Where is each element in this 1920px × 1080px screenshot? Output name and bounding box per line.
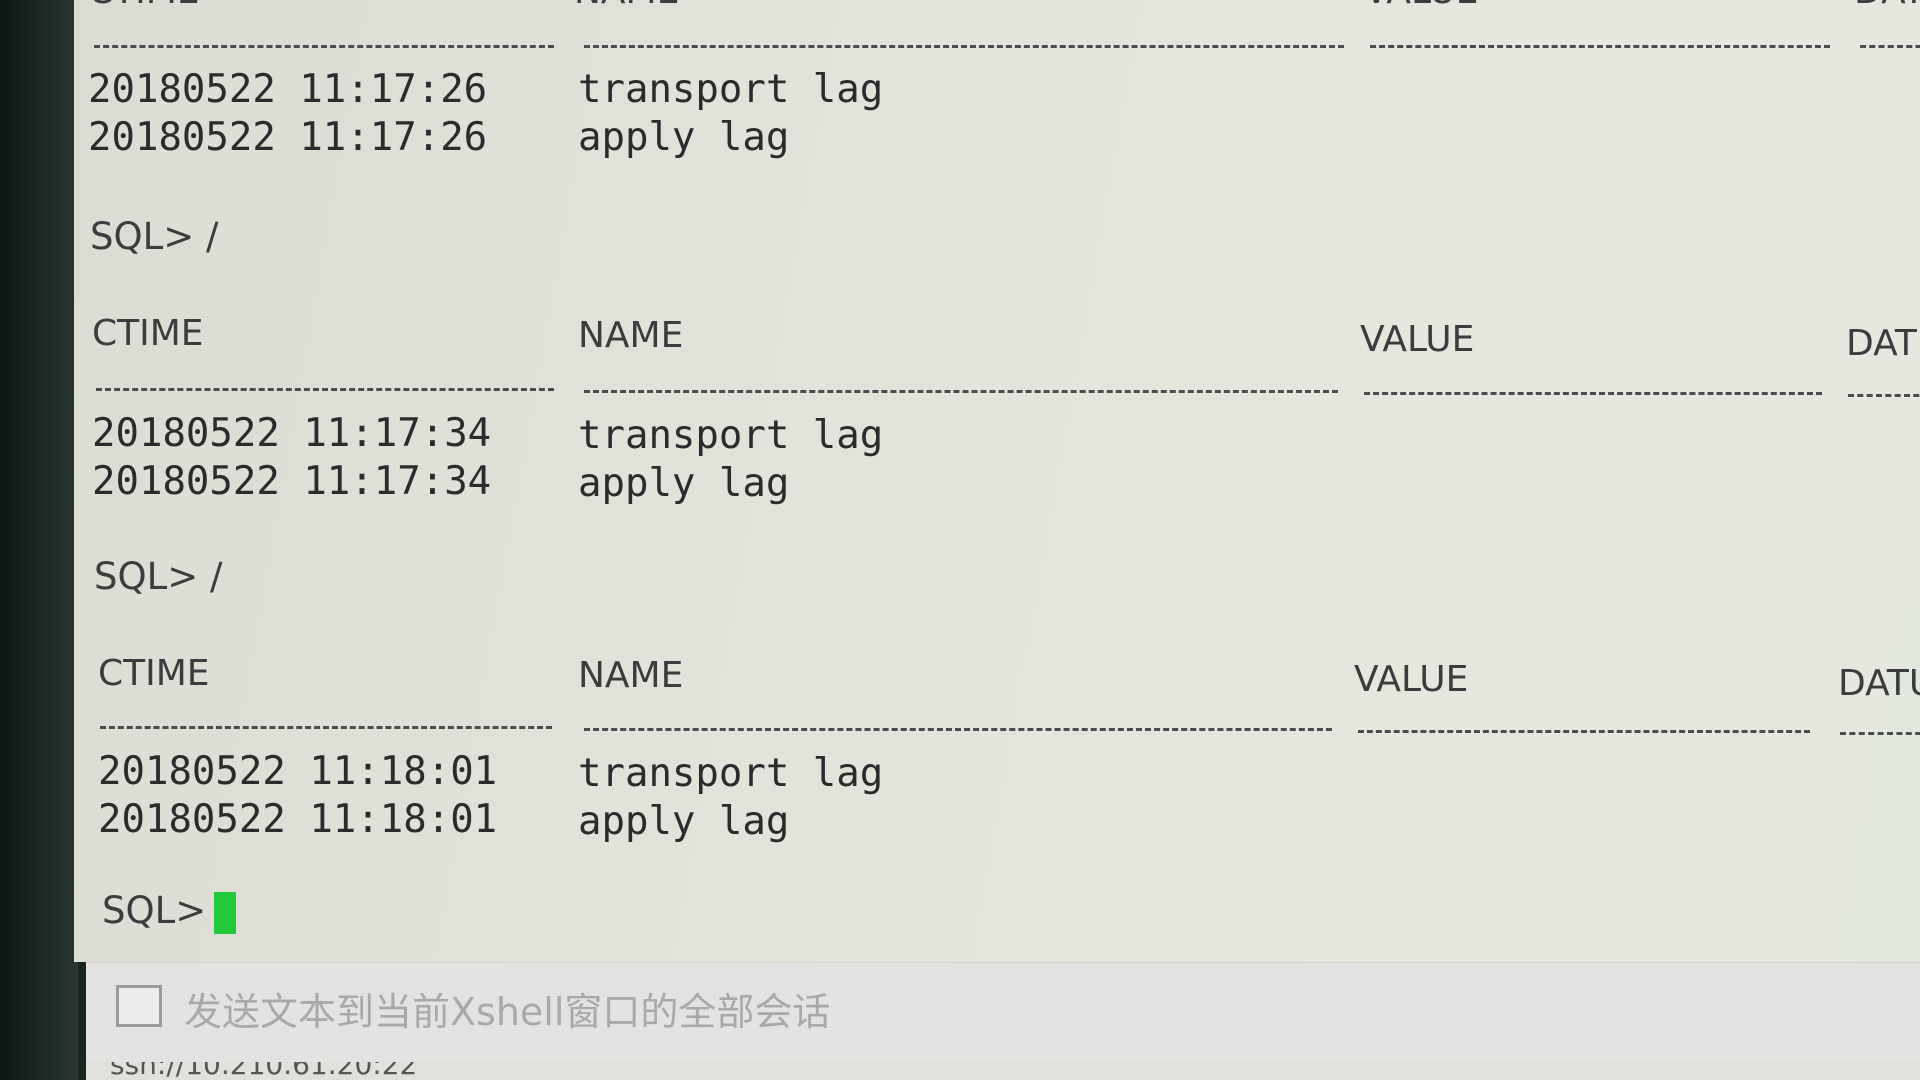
sql-prompt-active: SQL> bbox=[102, 889, 207, 932]
row-ctime: 20180522 11:17:26 bbox=[88, 67, 488, 112]
separator-line bbox=[584, 45, 1344, 48]
connection-address: ssh://10.210.61.20:22 bbox=[110, 1062, 418, 1080]
column-header-value: VALUE bbox=[1364, 0, 1478, 14]
terminal-output[interactable]: CTIME NAME VALUE DAT 20180522 11:17:26 t… bbox=[74, 0, 1920, 962]
separator-line bbox=[94, 45, 554, 48]
row-name: transport lag bbox=[578, 413, 884, 458]
row-name: apply lag bbox=[578, 461, 790, 506]
row-ctime: 20180522 11:17:26 bbox=[88, 115, 488, 160]
send-to-all-sessions-label: 发送文本到当前Xshell窗口的全部会话 bbox=[184, 990, 831, 1034]
separator-line bbox=[584, 728, 1332, 731]
row-name: apply lag bbox=[578, 799, 790, 844]
column-header-value: VALUE bbox=[1354, 659, 1469, 700]
sql-prompt: SQL> / bbox=[90, 215, 219, 258]
separator-line bbox=[1848, 394, 1920, 397]
row-name: apply lag bbox=[578, 115, 790, 160]
text-cursor bbox=[214, 892, 236, 934]
separator-line bbox=[100, 726, 552, 729]
column-header-date: DATU bbox=[1838, 663, 1920, 704]
separator-line bbox=[1860, 45, 1920, 48]
column-header-date: DAT bbox=[1846, 323, 1917, 364]
column-header-value: VALUE bbox=[1360, 319, 1475, 360]
monitor-screen: CTIME NAME VALUE DAT 20180522 11:17:26 t… bbox=[0, 0, 1920, 1080]
column-header-name: NAME bbox=[578, 655, 684, 696]
row-ctime: 20180522 11:17:34 bbox=[92, 459, 492, 504]
separator-line bbox=[1370, 45, 1830, 48]
column-header-ctime: CTIME bbox=[88, 0, 200, 14]
row-ctime: 20180522 11:18:01 bbox=[98, 749, 498, 794]
row-ctime: 20180522 11:18:01 bbox=[98, 797, 498, 842]
separator-line bbox=[1358, 730, 1810, 733]
send-to-all-sessions-checkbox[interactable] bbox=[116, 985, 162, 1027]
row-name: transport lag bbox=[578, 67, 884, 112]
sql-prompt: SQL> / bbox=[94, 555, 223, 598]
monitor-bezel bbox=[0, 0, 78, 1080]
status-bar: ssh://10.210.61.20:22 bbox=[86, 1062, 1920, 1080]
send-to-all-sessions-bar: 发送文本到当前Xshell窗口的全部会话 bbox=[86, 962, 1920, 1063]
row-ctime: 20180522 11:17:34 bbox=[92, 411, 492, 456]
separator-line bbox=[584, 390, 1338, 393]
column-header-ctime: CTIME bbox=[92, 313, 204, 354]
column-header-name: NAME bbox=[574, 0, 679, 14]
row-name: transport lag bbox=[578, 751, 884, 796]
column-header-ctime: CTIME bbox=[98, 653, 210, 694]
column-header-name: NAME bbox=[578, 315, 684, 356]
separator-line bbox=[1840, 732, 1920, 735]
separator-line bbox=[1364, 392, 1822, 395]
separator-line bbox=[96, 388, 554, 391]
column-header-date: DAT bbox=[1854, 0, 1920, 14]
